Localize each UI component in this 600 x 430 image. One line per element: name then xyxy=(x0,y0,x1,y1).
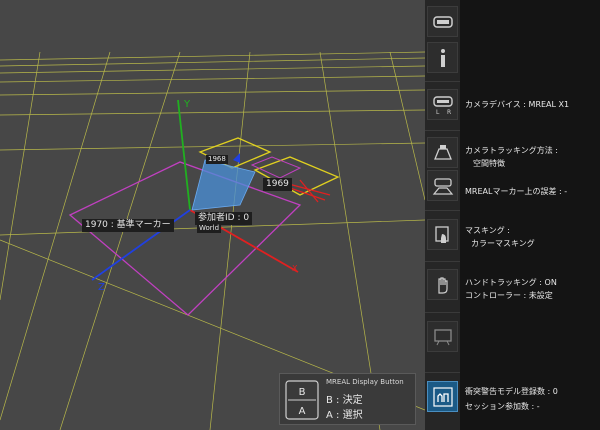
camera-frustum[interactable] xyxy=(191,159,256,211)
marker-1969-label[interactable]: 1969 xyxy=(263,178,292,191)
y-axis-label: Y xyxy=(184,99,191,110)
controller-text: コントローラー : 未設定 xyxy=(465,291,553,300)
collision-models-text: 衝突警告モデル登録数 : 0 xyxy=(465,387,558,396)
y-axis-line xyxy=(177,99,191,211)
b-key-label: B xyxy=(299,387,306,398)
sidebar-status-panel: カメラデバイス : MREAL X1 カメラトラッキング方法 : 空間特徴 MR… xyxy=(460,0,600,430)
hand-tracking-icon[interactable] xyxy=(427,269,458,300)
svg-text:R: R xyxy=(447,109,451,116)
marker-pink-small[interactable] xyxy=(250,156,302,179)
marker-1968-label[interactable]: 1968 xyxy=(206,155,228,164)
x-axis-label: X xyxy=(292,264,298,273)
world-label: World xyxy=(197,224,222,233)
masking-label: マスキング : xyxy=(465,226,510,235)
a-button-action: A : 選択 xyxy=(326,410,363,421)
session-participants-text: セッション参加数 : - xyxy=(465,402,540,411)
masking-value: カラーマスキング xyxy=(471,239,535,248)
hand-tracking-text: ハンドトラッキング : ON xyxy=(465,278,557,287)
tracking-method-label: カメラトラッキング方法 : xyxy=(465,146,558,155)
display-button-icon: B A xyxy=(285,380,319,420)
camera-indicator xyxy=(233,153,240,163)
masking-icon[interactable] xyxy=(427,219,458,250)
tracking-method-value: 空間特徴 xyxy=(473,159,505,168)
collision-warning-icon[interactable] xyxy=(427,381,458,412)
3d-viewport[interactable]: Y Z X 1970 : 基準マーカー 1969 1968 参加者ID : 0 … xyxy=(0,0,425,430)
svg-text:L: L xyxy=(436,109,440,116)
info-icon[interactable] xyxy=(427,42,458,73)
sidebar-icon-column: LR xyxy=(425,0,460,430)
marker-error-text: MREALマーカー上の誤差 : - xyxy=(465,187,568,196)
marker-1970-label[interactable]: 1970 : 基準マーカー xyxy=(82,219,174,232)
mreal-display-button-panel: B A MREAL Display Button B : 決定 A : 選択 xyxy=(279,373,416,425)
display-button-title: MREAL Display Button xyxy=(326,378,404,386)
headset-icon[interactable] xyxy=(427,6,458,37)
camera-device-icon[interactable]: LR xyxy=(427,89,458,120)
b-button-action: B : 決定 xyxy=(326,395,363,406)
z-axis-label: Z xyxy=(98,282,105,293)
camera-tracking-icon[interactable] xyxy=(427,137,458,168)
camera-device-text: カメラデバイス : MREAL X1 xyxy=(465,100,570,109)
mreal-marker-icon[interactable] xyxy=(427,170,458,201)
video-icon[interactable] xyxy=(427,321,458,352)
a-key-label: A xyxy=(299,406,306,417)
